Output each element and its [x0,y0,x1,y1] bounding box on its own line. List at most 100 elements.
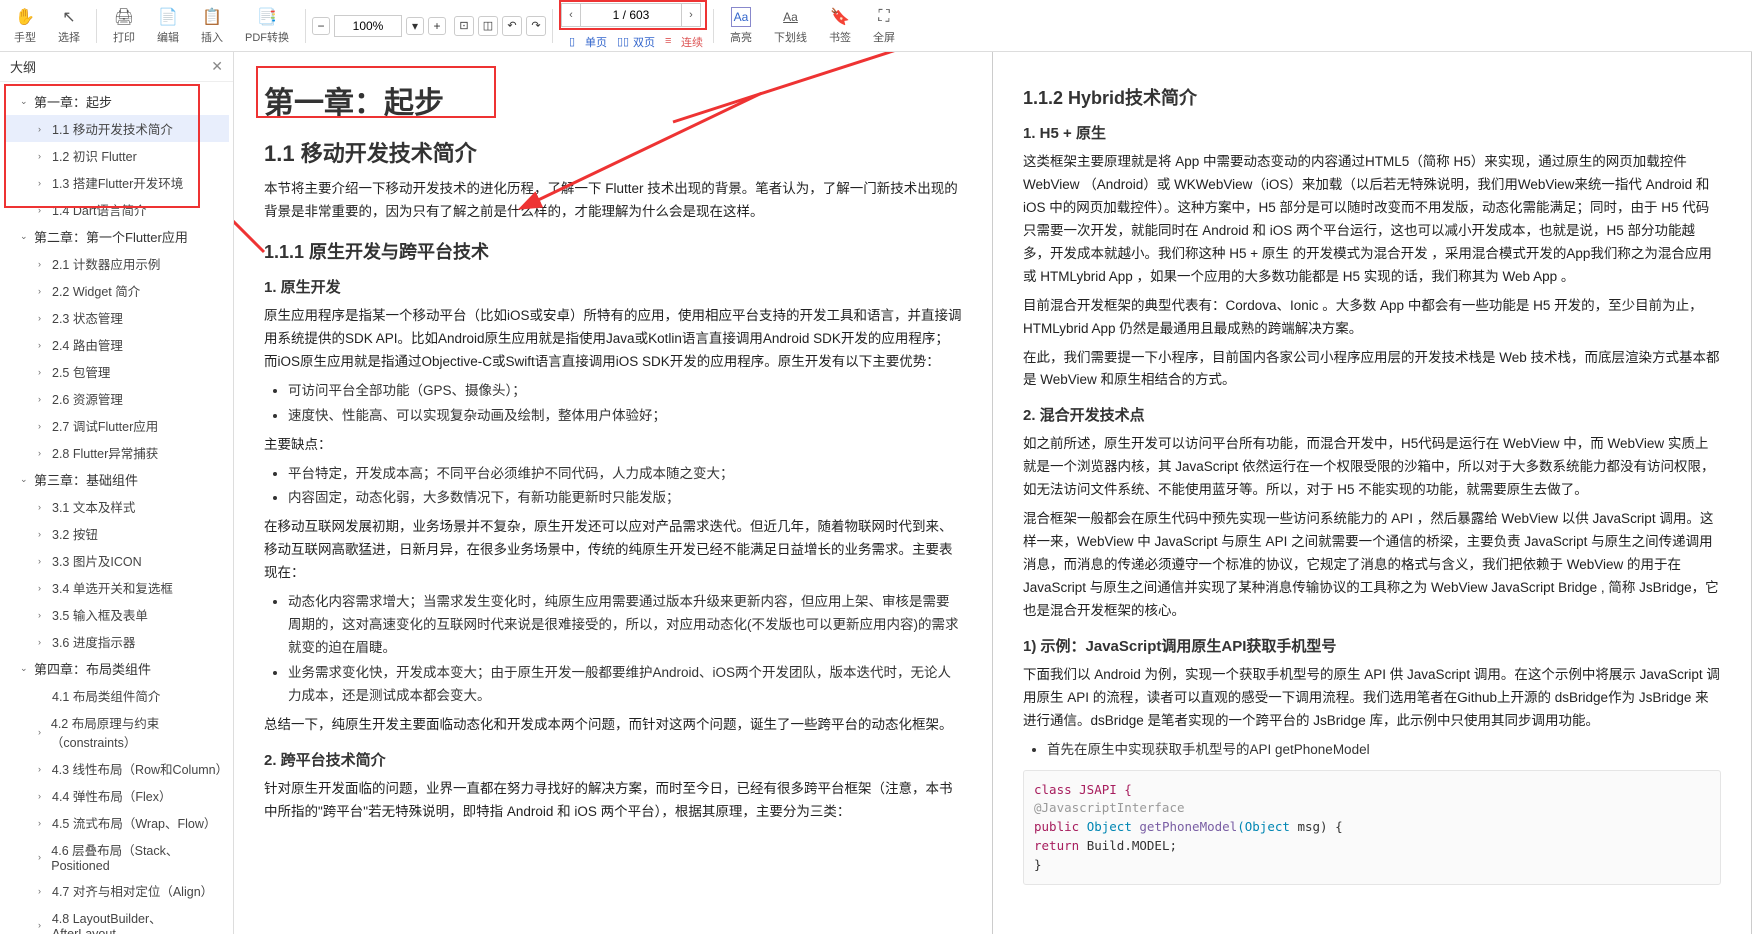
outline-tree[interactable]: ⌄第一章：起步 ›1.1 移动开发技术简介 ›1.2 初识 Flutter ›1… [0,82,233,934]
chevron-down-icon: ⌄ [20,96,30,107]
outline-2-3[interactable]: ›2.3 状态管理 [4,304,229,331]
outline-4-5[interactable]: ›4.5 流式布局（Wrap、Flow） [4,809,229,836]
select-label: 选择 [58,29,80,45]
outline-3-1[interactable]: ›3.1 文本及样式 [4,493,229,520]
outline-4-8[interactable]: ›4.8 LayoutBuilder、AfterLayout [4,904,229,934]
cursor-icon: ↖ [59,7,79,27]
rotate-controls: ⊡ ◫ ↶ ↷ [454,16,546,36]
list-item: 动态化内容需求增大；当需求发生变化时，纯原生应用需要通过版本升级来更新内容，但应… [288,591,962,660]
doc-para: 主要缺点： [264,434,962,457]
bookmark-icon: 🔖 [830,7,850,27]
doc-para: 本节将主要介绍一下移动开发技术的进化历程，了解一下 Flutter 技术出现的背… [264,178,962,224]
underline-icon: Aa [781,7,801,27]
outline-2-5[interactable]: ›2.5 包管理 [4,358,229,385]
chevron-right-icon: › [38,124,48,134]
page-input[interactable] [581,3,681,27]
sidebar-title: 大纲 [10,57,36,76]
page-navigation: ‹ › [559,0,707,30]
highlight-label: 高亮 [730,29,752,45]
fullscreen-button[interactable]: ⛶ 全屏 [863,3,905,49]
list-item: 内容固定，动态化弱，大多数情况下，有新功能更新时只能发版； [288,487,962,510]
outline-1-2[interactable]: ›1.2 初识 Flutter [4,142,229,169]
doc-para: 总结一下，纯原生开发主要面临动态化和开发成本两个问题，而针对这两个问题，诞生了一… [264,714,962,737]
bookmark-button[interactable]: 🔖 书签 [819,3,861,49]
sidebar-header: 大纲 ✕ [0,52,233,82]
underline-label: 下划线 [774,29,807,45]
doc-para: 如之前所述，原生开发可以访问平台所有功能，而混合开发中，H5代码是运行在 Web… [1023,433,1721,502]
doc-h4: 2. 跨平台技术简介 [264,749,962,770]
zoom-in-button[interactable]: + [428,17,446,35]
fit-page-icon[interactable]: ◫ [478,16,498,36]
double-page-button[interactable]: ▯▯双页 [613,32,659,52]
fullscreen-icon: ⛶ [874,7,894,27]
single-page-button[interactable]: ▯单页 [565,32,611,52]
doc-para: 这类框架主要原理就是将 App 中需要动态变动的内容通过HTML5（简称 H5）… [1023,151,1721,289]
pdf-label: PDF转换 [245,29,289,45]
outline-2-7[interactable]: ›2.7 调试Flutter应用 [4,412,229,439]
select-button[interactable]: ↖ 选择 [48,3,90,49]
underline-button[interactable]: Aa 下划线 [764,3,817,49]
print-button[interactable]: 🖨 打印 [103,3,145,49]
zoom-controls: − ▾ + [312,15,446,37]
bookmark-label: 书签 [829,29,851,45]
outline-3-6[interactable]: ›3.6 进度指示器 [4,628,229,655]
pdf-icon: 📑 [257,7,277,27]
doc-h4: 1. 原生开发 [264,276,962,297]
highlight-icon: Aa [731,7,751,27]
doc-para: 针对原生开发面临的问题，业界一直都在努力寻找好的解决方案，而时至今日，已经有很多… [264,778,962,824]
page-1: 第一章：起步 1.1 移动开发技术简介 本节将主要介绍一下移动开发技术的进化历程… [234,52,993,934]
pdf-convert-button[interactable]: 📑 PDF转换 [235,3,299,49]
outline-4-7[interactable]: ›4.7 对齐与相对定位（Align） [4,877,229,904]
doc-para: 目前混合开发框架的典型代表有：Cordova、Ionic 。大多数 App 中都… [1023,295,1721,341]
zoom-input[interactable] [334,15,402,37]
doc-list: 平台特定，开发成本高；不同平台必须维护不同代码，人力成本随之变大； 内容固定，动… [288,463,962,511]
outline-4-1[interactable]: 4.1 布局类组件简介 [4,682,229,709]
outline-1-1[interactable]: ›1.1 移动开发技术简介 [4,115,229,142]
outline-2-4[interactable]: ›2.4 路由管理 [4,331,229,358]
fit-width-icon[interactable]: ⊡ [454,16,474,36]
continuous-button[interactable]: ≡连续 [661,32,707,52]
hand-tool-button[interactable]: ✋ 手型 [4,3,46,49]
outline-3-3[interactable]: ›3.3 图片及ICON [4,547,229,574]
zoom-dropdown[interactable]: ▾ [406,17,424,35]
outline-1-3[interactable]: ›1.3 搭建Flutter开发环境 [4,169,229,196]
highlight-button[interactable]: Aa 高亮 [720,3,762,49]
print-icon: 🖨 [114,7,134,27]
doc-h4: 1. H5 + 原生 [1023,122,1721,143]
list-item: 首先在原生中实现获取手机型号的API getPhoneModel [1047,739,1721,762]
insert-button[interactable]: 📋 插入 [191,3,233,49]
outline-ch1[interactable]: ⌄第一章：起步 [4,88,229,115]
outline-ch3[interactable]: ⌄第三章：基础组件 [4,466,229,493]
doc-h4: 2. 混合开发技术点 [1023,404,1721,425]
outline-4-4[interactable]: ›4.4 弹性布局（Flex） [4,782,229,809]
outline-3-2[interactable]: ›3.2 按钮 [4,520,229,547]
edit-label: 编辑 [157,29,179,45]
outline-3-4[interactable]: ›3.4 单选开关和复选框 [4,574,229,601]
edit-button[interactable]: 📄 编辑 [147,3,189,49]
outline-2-8[interactable]: ›2.8 Flutter异常捕获 [4,439,229,466]
toolbar: ✋ 手型 ↖ 选择 🖨 打印 📄 编辑 📋 插入 📑 PDF转换 − ▾ + ⊡… [0,0,1752,52]
document-viewport[interactable]: 第一章：起步 1.1 移动开发技术简介 本节将主要介绍一下移动开发技术的进化历程… [234,52,1752,934]
hand-icon: ✋ [15,7,35,27]
next-page-button[interactable]: › [681,3,701,27]
close-sidebar-button[interactable]: ✕ [211,58,223,75]
outline-1-4[interactable]: ›1.4 Dart语言简介 [4,196,229,223]
list-item: 平台特定，开发成本高；不同平台必须维护不同代码，人力成本随之变大； [288,463,962,486]
doc-para: 混合框架一般都会在原生代码中预先实现一些访问系统能力的 API ，然后暴露给 W… [1023,508,1721,623]
edit-icon: 📄 [158,7,178,27]
outline-2-2[interactable]: ›2.2 Widget 简介 [4,277,229,304]
outline-4-2[interactable]: ›4.2 布局原理与约束（constraints） [4,709,229,755]
zoom-out-button[interactable]: − [312,17,330,35]
outline-ch2[interactable]: ⌄第二章：第一个Flutter应用 [4,223,229,250]
outline-2-6[interactable]: ›2.6 资源管理 [4,385,229,412]
rotate-right-icon[interactable]: ↷ [526,16,546,36]
outline-4-3[interactable]: ›4.3 线性布局（Row和Column） [4,755,229,782]
outline-4-6[interactable]: ›4.6 层叠布局（Stack、Positioned [4,836,229,877]
page-2: 1.1.2 Hybrid技术简介 1. H5 + 原生 这类框架主要原理就是将 … [993,52,1752,934]
outline-ch4[interactable]: ⌄第四章：布局类组件 [4,655,229,682]
prev-page-button[interactable]: ‹ [561,3,581,27]
outline-3-5[interactable]: ›3.5 输入框及表单 [4,601,229,628]
outline-2-1[interactable]: ›2.1 计数器应用示例 [4,250,229,277]
insert-label: 插入 [201,29,223,45]
rotate-left-icon[interactable]: ↶ [502,16,522,36]
